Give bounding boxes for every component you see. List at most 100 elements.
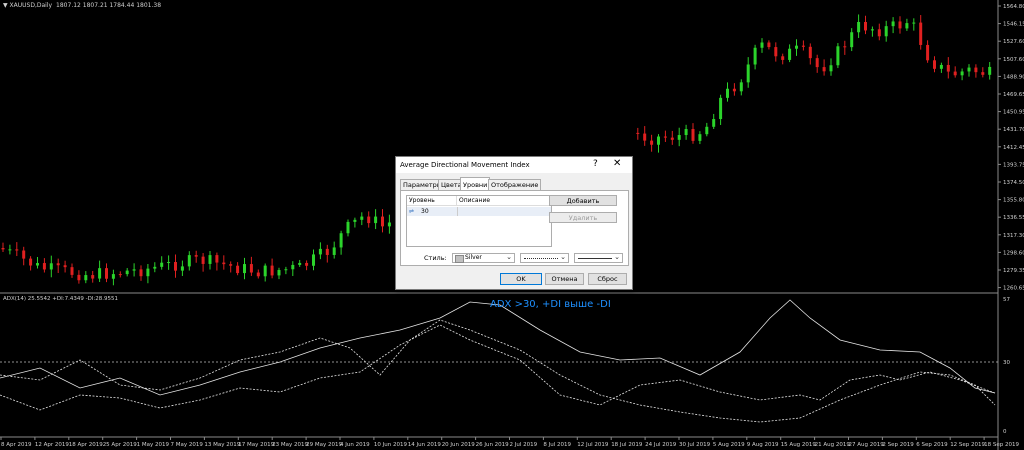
candle-body: [857, 21, 861, 33]
candle-body: [118, 274, 122, 276]
candle-body: [222, 262, 226, 265]
candle-body: [180, 266, 184, 271]
line-style-select[interactable]: ⌄: [520, 253, 569, 263]
adx-line: [0, 299, 996, 396]
candle-body: [29, 258, 33, 266]
help-icon[interactable]: ?: [593, 159, 598, 169]
date-label: 27 Aug 2019: [849, 442, 885, 448]
candle-body: [201, 256, 205, 264]
close-icon[interactable]: ✕: [613, 158, 621, 169]
table-row[interactable]: ⇌ 30: [407, 207, 551, 216]
indicator-label: ADX(14) 25.5542 +DI:7.4349 -DI:28.9551: [3, 296, 118, 302]
candle-body: [877, 29, 881, 37]
price-label: 1317.30: [1003, 233, 1024, 239]
indicator-dialog: Average Directional Movement Index ? ✕ П…: [395, 156, 633, 290]
candle-body: [70, 267, 74, 275]
price-label: 1527.60: [1003, 39, 1024, 45]
candle-body: [781, 56, 785, 60]
candle-body: [684, 129, 688, 136]
delete-button[interactable]: Удалить: [549, 212, 617, 223]
candle-body: [139, 269, 143, 277]
date-label: 18 Apr 2019: [69, 442, 104, 448]
reset-button[interactable]: Сброс: [588, 273, 627, 285]
candle-body: [850, 32, 854, 48]
candle-body: [367, 216, 371, 224]
candle-body: [829, 65, 833, 72]
candle-body: [325, 248, 329, 255]
candle-body: [898, 21, 902, 29]
dialog-titlebar[interactable]: Average Directional Movement Index ? ✕: [396, 157, 632, 173]
tab-display[interactable]: Отображение: [488, 179, 542, 190]
add-button[interactable]: Добавить: [549, 195, 617, 206]
color-select[interactable]: Silver ⌄: [452, 253, 515, 263]
candle-body: [988, 66, 992, 75]
candle-body: [125, 270, 129, 275]
price-axis: 1564.80 1546.15 1527.60 1507.60 1488.90 1469.…: [998, 4, 1024, 292]
candle-body: [236, 265, 240, 274]
line-width-select[interactable]: ⌄: [574, 253, 623, 263]
candle-body: [249, 264, 253, 273]
candle-body: [891, 21, 895, 27]
column-description-header[interactable]: Описание: [457, 196, 551, 206]
candle-body: [767, 42, 771, 48]
candle-body: [691, 129, 695, 141]
candle-body: [291, 264, 295, 270]
candle-body: [229, 264, 233, 266]
candle-body: [746, 64, 750, 83]
date-label: 2 Sep 2019: [882, 442, 914, 448]
candle-body: [1, 248, 5, 250]
candle-body: [788, 48, 792, 60]
candle-body: [698, 134, 702, 141]
candle-body: [719, 97, 723, 120]
date-label: 10 Jun 2019: [374, 442, 408, 448]
ohlc-values: 1807.12 1807.21 1784.44 1801.38: [56, 2, 161, 9]
levels-table[interactable]: Уровень Описание ⇌ 30: [406, 195, 552, 247]
color-swatch: [455, 255, 464, 263]
candle-body: [49, 263, 53, 270]
candle-body: [705, 126, 709, 135]
candle-body: [795, 45, 798, 49]
date-label: 12 Sep 2019: [950, 442, 985, 448]
price-label: 1469.65: [1003, 92, 1024, 98]
candle-body: [132, 269, 136, 271]
candle-body: [870, 29, 874, 31]
candle-body: [111, 274, 115, 279]
candle-body: [933, 60, 936, 69]
date-label: 18 Sep 2019: [984, 442, 1019, 448]
date-label: 2 Jul 2019: [510, 442, 538, 448]
candle-body: [305, 262, 309, 266]
candle-body: [8, 249, 12, 251]
candle-body: [939, 64, 943, 69]
candle-body: [657, 136, 660, 145]
tab-levels[interactable]: Уровни: [460, 177, 491, 191]
adx-axis-bottom: 0: [1003, 429, 1007, 435]
candle-body: [22, 250, 26, 259]
cancel-button[interactable]: Отмена: [545, 273, 584, 285]
date-label: 29 May 2019: [306, 442, 342, 448]
candle-body: [312, 254, 315, 266]
candle-body: [912, 22, 916, 24]
candle-body: [636, 132, 640, 134]
date-label: 18 Jul 2019: [611, 442, 643, 448]
candle-body: [277, 270, 281, 276]
candle-body: [56, 263, 60, 266]
candle-body: [822, 67, 826, 72]
candle-body: [105, 268, 108, 279]
date-label: 7 May 2019: [171, 442, 204, 448]
adx-level-label: 30: [1003, 360, 1010, 366]
price-label: 1488.90: [1003, 74, 1024, 80]
column-level-header[interactable]: Уровень: [407, 196, 457, 206]
price-label: 1298.60: [1003, 250, 1024, 256]
candle-body: [760, 42, 764, 48]
symbol-label: XAUUSD,Daily: [10, 2, 53, 9]
candle-body: [864, 21, 867, 31]
level-value[interactable]: 30: [421, 207, 429, 216]
candle-body: [270, 265, 274, 276]
candle-body: [91, 275, 95, 279]
candle-body: [284, 269, 288, 271]
ok-button[interactable]: OK: [500, 273, 542, 285]
plus-di-line: [0, 319, 996, 423]
candle-body: [953, 71, 957, 76]
candle-body: [256, 272, 260, 277]
date-label: 8 Jul 2019: [543, 442, 571, 448]
